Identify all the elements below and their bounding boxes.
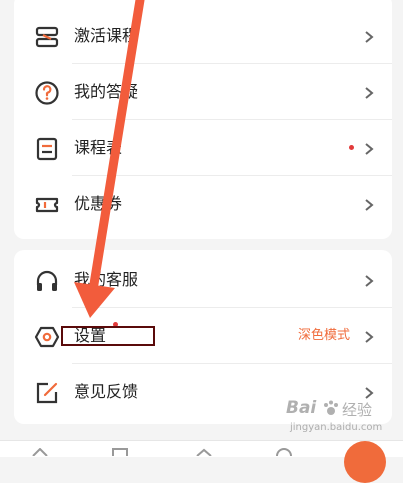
watermark-url: jingyan.baidu.com — [290, 422, 383, 433]
chevron-right-icon — [365, 199, 374, 211]
question-circle-icon — [35, 81, 59, 105]
menu-item-customer-service[interactable]: 我的客服 — [14, 252, 392, 308]
chevron-right-icon — [365, 31, 374, 43]
menu-item-label: 我的答疑 — [74, 82, 139, 101]
paw-icon — [324, 400, 338, 415]
notification-dot — [349, 145, 354, 150]
menu-item-label: 优惠券 — [74, 194, 123, 213]
menu-item-activate-course[interactable]: 激活课程 — [14, 8, 392, 64]
feedback-edit-icon — [36, 382, 58, 404]
chevron-right-icon — [365, 143, 374, 155]
chevron-right-icon — [365, 275, 374, 287]
headset-icon — [36, 270, 58, 291]
profile-tab-button[interactable] — [344, 441, 386, 483]
watermark-brand-cn: 经验 — [342, 401, 373, 419]
menu-item-my-questions[interactable]: 我的答疑 — [14, 64, 392, 120]
dark-mode-label: 深色模式 — [297, 328, 350, 343]
settings-hexagon-icon — [34, 326, 60, 348]
watermark-brand: Bai — [286, 398, 317, 418]
chevron-right-icon — [365, 87, 374, 99]
menu-item-label: 我的客服 — [74, 270, 139, 289]
menu-item-schedule[interactable]: 课程表 — [14, 120, 392, 176]
coupon-icon — [35, 197, 59, 213]
schedule-icon — [36, 137, 58, 161]
settings-highlight-box — [61, 326, 155, 346]
menu-item-label: 激活课程 — [74, 26, 139, 45]
course-tab-icon[interactable] — [112, 448, 128, 456]
menu-item-label: 意见反馈 — [74, 382, 139, 401]
menu-item-label: 课程表 — [74, 138, 123, 157]
menu-item-coupons[interactable]: 优惠券 — [14, 176, 392, 232]
ticket-stack-icon — [35, 26, 59, 48]
message-tab-icon[interactable] — [276, 448, 292, 456]
home-tab-icon[interactable] — [32, 448, 48, 456]
baidu-watermark: Bai 经验 jingyan.baidu.com — [286, 398, 396, 440]
chevron-right-icon — [365, 331, 374, 343]
menu-card-primary: 激活课程 我的答疑 课程表 优惠券 — [14, 0, 392, 239]
study-tab-icon[interactable] — [196, 448, 212, 456]
